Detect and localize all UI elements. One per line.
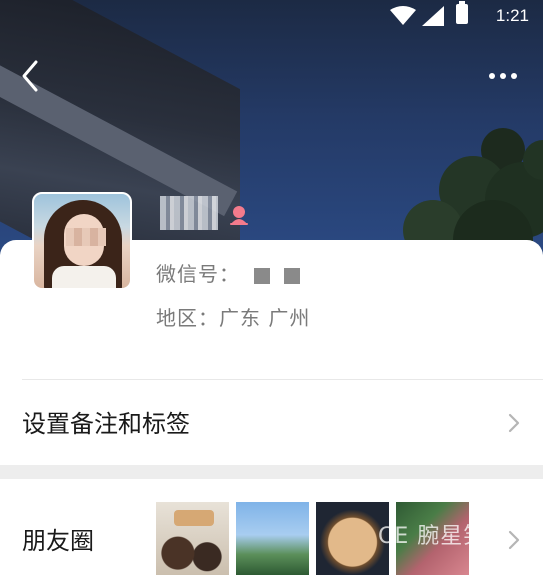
chevron-right-icon	[508, 530, 520, 550]
wechat-id-mask	[254, 267, 270, 284]
more-options-button[interactable]	[483, 62, 523, 90]
more-dot-icon	[511, 73, 517, 79]
back-button[interactable]	[16, 58, 48, 94]
region-label: 地区：	[156, 306, 219, 330]
status-bar: 1:21	[0, 0, 543, 32]
remarks-tags-label: 设置备注和标签	[22, 410, 190, 438]
status-time: 1:21	[495, 6, 529, 25]
moments-thumbnail-sky[interactable]	[236, 502, 309, 575]
moments-label: 朋友圈	[22, 527, 94, 555]
cellular-signal-icon	[422, 6, 444, 26]
region-line: 地区：广东 广州	[156, 302, 310, 331]
section-gap	[0, 465, 543, 479]
watermark-text: CE 腕星笑	[378, 524, 487, 549]
more-dot-icon	[500, 73, 506, 79]
avatar-privacy-blur	[66, 228, 106, 246]
chevron-left-icon	[22, 60, 38, 92]
battery-icon	[456, 1, 468, 24]
more-dot-icon	[489, 73, 495, 79]
remarks-tags-row[interactable]: 设置备注和标签	[0, 380, 543, 465]
wifi-icon	[390, 6, 416, 25]
chevron-right-icon	[508, 413, 520, 433]
wechat-id-mask	[284, 267, 300, 284]
female-gender-icon	[230, 206, 248, 225]
nickname-pixelated	[160, 196, 218, 230]
region-value: 广东 广州	[219, 306, 311, 330]
avatar[interactable]	[32, 192, 132, 290]
wechat-id-line: 微信号：	[156, 258, 300, 287]
wechat-id-label: 微信号：	[156, 262, 240, 286]
moments-thumbnail-food[interactable]	[156, 502, 229, 575]
